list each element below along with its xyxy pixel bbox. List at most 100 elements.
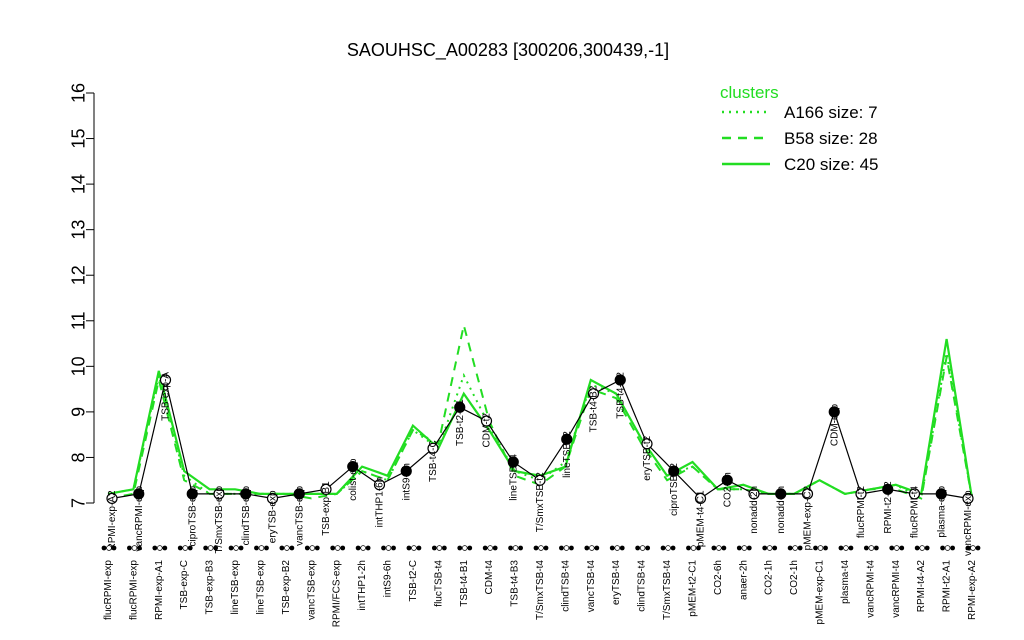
category-label: RPMI-t4-A2: [916, 560, 927, 613]
category-marker: [330, 545, 336, 551]
category-label: pMEM-t2-C1: [687, 560, 698, 617]
category-marker: [635, 545, 641, 551]
category-marker: [309, 545, 316, 551]
category-label: vancRPMI-t4: [891, 560, 902, 618]
category-marker: [589, 545, 595, 551]
category-marker: [360, 545, 366, 551]
point-label: T/SmxTSB-t2: [535, 472, 546, 532]
category-marker: [792, 545, 798, 551]
category-marker: [823, 545, 828, 551]
category-label: vancTSB-t4: [586, 560, 597, 613]
point-label: intS9-2h: [401, 463, 412, 500]
category-label: TSB-t2-C: [408, 560, 419, 602]
category-marker: [177, 545, 183, 551]
point-label: TSB-exp-B1: [321, 481, 332, 536]
y-tick-label: 8: [68, 452, 88, 462]
category-marker: [614, 545, 620, 551]
category-marker: [762, 545, 768, 551]
category-marker: [670, 545, 676, 551]
profile-line: RPMI-exp-A2 vancRPMI-exp TSB-exp-A ciproTSB…: [106, 372, 974, 556]
point-label: clindTSB-exp: [241, 485, 252, 545]
category-marker: [518, 545, 523, 551]
category-marker: [594, 545, 600, 551]
legend-label: B58 size: 28: [784, 129, 878, 148]
category-marker: [944, 545, 951, 551]
category-label: RPMI-exp-A1: [154, 560, 165, 620]
category-marker: [813, 545, 818, 551]
category-marker: [381, 545, 386, 551]
category-marker: [406, 545, 412, 551]
category-marker: [766, 545, 773, 551]
category-marker: [508, 545, 513, 551]
category-marker: [228, 545, 234, 551]
category-marker: [665, 545, 671, 551]
category-marker: [584, 545, 590, 551]
category-label: RPMI-exp-A2: [967, 560, 978, 620]
point-label: vancRPMI-exp: [134, 485, 145, 551]
category-marker: [843, 545, 849, 551]
category-marker: [863, 545, 869, 551]
category-marker: [482, 545, 488, 551]
point-label: pMEM-exp-C2: [803, 485, 814, 550]
category-marker: [411, 545, 417, 551]
category-marker: [391, 545, 396, 551]
category-marker: [127, 545, 132, 551]
category-marker: [660, 545, 666, 551]
category-label: TSB-t4-B3: [510, 560, 521, 607]
category-marker: [639, 545, 646, 551]
category-label: flucTSB-t4: [433, 560, 444, 607]
point-label: TSB-t4-B2: [615, 372, 626, 419]
y-tick-label: 11: [68, 311, 88, 330]
category-marker: [436, 545, 443, 551]
category-marker: [431, 545, 437, 551]
point-label: intTHP1-6h: [375, 477, 386, 528]
y-axis: 7 8 9 10 11 12 13 14 15 16: [68, 83, 95, 508]
category-marker: [787, 545, 793, 551]
category-label: eryTSB-t4: [611, 560, 622, 605]
y-tick-label: 12: [68, 265, 88, 285]
category-marker: [441, 545, 447, 551]
category-marker: [868, 545, 875, 551]
category-labels: flucRPMI-exp flucRPMI-exp RPMI-exp-A1 TSB-e…: [101, 545, 981, 628]
category-label: plasma-t4: [840, 560, 851, 604]
category-marker: [975, 545, 981, 551]
category-label: intTHP1-2h: [357, 560, 368, 611]
category-label: TSB-t4-B1: [459, 560, 470, 607]
category-marker: [645, 545, 651, 551]
category-marker: [207, 545, 214, 551]
category-marker: [131, 545, 138, 551]
category-marker: [340, 545, 346, 551]
point-label: plasma-exp: [936, 485, 947, 537]
y-tick-label: 16: [68, 83, 88, 103]
category-marker: [721, 545, 727, 551]
category-label: T/SmxTSB-t4: [662, 560, 673, 620]
category-marker: [152, 545, 158, 551]
category-marker: [258, 545, 265, 551]
category-label: RPMI/FCS-exp: [332, 560, 343, 628]
point-label: TSB-t2-B1: [455, 399, 466, 446]
category-marker: [970, 545, 976, 551]
category-marker: [457, 545, 463, 551]
category-marker: [365, 545, 371, 551]
category-label: vancRPMI-t4: [865, 560, 876, 618]
category-marker: [284, 545, 290, 551]
y-tick-label: 7: [68, 498, 88, 508]
legend-label: C20 size: 45: [784, 155, 879, 174]
point-label: TSB-exp-A: [161, 372, 172, 421]
point-label: vancTSB-exp: [294, 485, 305, 545]
category-label: vancTSB-exp: [306, 560, 317, 620]
category-marker: [101, 545, 107, 551]
point-label: CDM-t2: [482, 413, 493, 448]
point-label: TSB-t4-C: [428, 440, 439, 482]
point-label: nonadd-1h: [776, 486, 787, 534]
point-label: RPMI-t2-A2: [883, 481, 894, 534]
category-marker: [686, 545, 691, 551]
category-marker: [894, 545, 900, 551]
point-label: CDM-exp: [829, 403, 840, 446]
category-marker: [690, 545, 697, 551]
category-label: CO2-6h: [713, 560, 724, 595]
category-marker: [187, 545, 193, 551]
category-label: TSB-exp-B3: [205, 560, 216, 615]
category-label: flucRPMI-exp: [128, 560, 139, 620]
point-label: RPMI-exp-A2: [107, 490, 118, 550]
